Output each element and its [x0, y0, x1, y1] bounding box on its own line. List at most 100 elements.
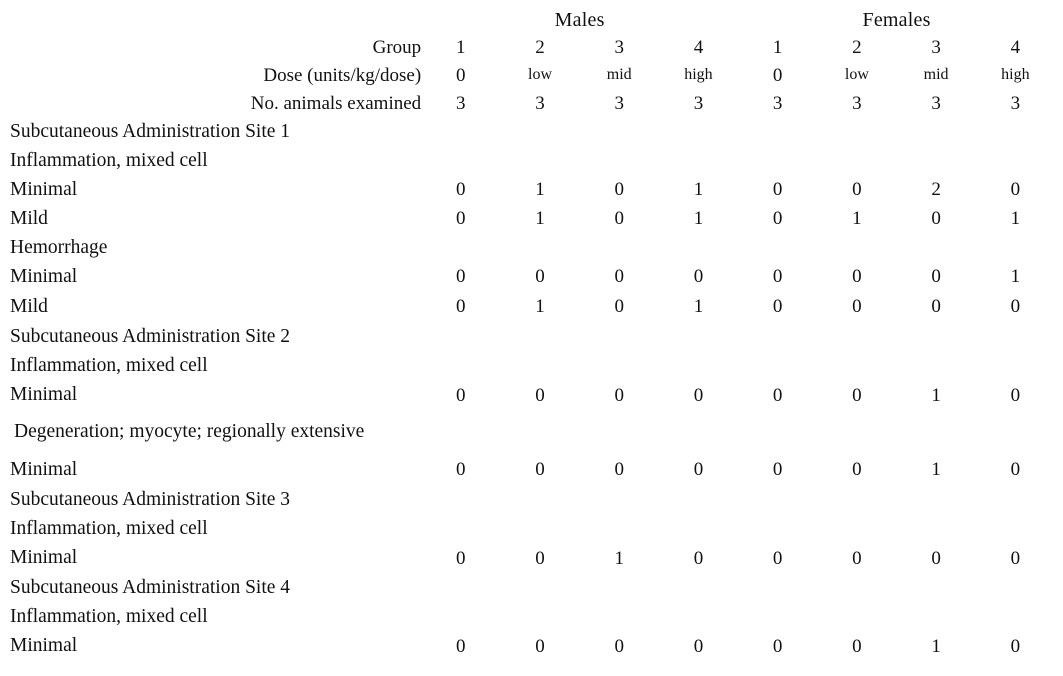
animals-female-1: 3 — [772, 92, 783, 114]
cell-f1: 0 — [772, 296, 783, 317]
finding-title-row: Degeneration; myocyte; regionally extens… — [10, 410, 1055, 454]
cell-f2: 0 — [852, 547, 862, 569]
animals-female-3: 3 — [931, 92, 941, 114]
dose-male-1: 0 — [456, 64, 466, 86]
section-title-site-2: Subcutaneous Administration Site 2 — [10, 325, 291, 347]
group-female-1: 1 — [772, 36, 783, 58]
cell-m2: 1 — [535, 296, 545, 317]
table-row: Minimal 0 1 0 1 0 0 2 0 — [10, 175, 1055, 204]
dose-header-row: Dose (units/kg/dose) 0 low mid high 0 lo… — [10, 61, 1055, 89]
histopathology-incidence-table: Males Females Group 1 2 3 4 1 2 3 4 Dose… — [10, 6, 1055, 661]
group-male-1: 1 — [456, 36, 466, 58]
grade-label: Minimal — [10, 635, 78, 657]
cell-f3: 1 — [931, 384, 941, 406]
dose-male-2: low — [528, 66, 552, 83]
grade-label: Minimal — [10, 547, 78, 569]
grade-label: Mild — [10, 207, 48, 229]
cell-f4: 0 — [1010, 179, 1021, 200]
cell-f1: 0 — [772, 179, 783, 200]
group-female-2: 2 — [852, 36, 862, 58]
sex-header-females: Females — [862, 8, 931, 31]
cell-f1: 0 — [772, 208, 783, 229]
cell-f1: 0 — [772, 266, 783, 287]
spacer — [738, 514, 1055, 543]
dose-female-4: high — [1001, 66, 1030, 83]
animals-female-4: 3 — [1010, 92, 1021, 114]
cell-m1: 0 — [456, 547, 466, 569]
spacer — [421, 573, 738, 602]
animals-male-4: 3 — [693, 92, 704, 114]
cell-m4: 1 — [693, 179, 704, 200]
grade-label: Mild — [10, 295, 48, 317]
dose-male-4: high — [684, 66, 713, 83]
table-row: Minimal 0 0 0 0 0 0 0 1 — [10, 262, 1055, 291]
cell-f2: 0 — [852, 296, 862, 317]
animals-header-row: No. animals examined 3 3 3 3 3 3 3 3 — [10, 89, 1055, 117]
grade-label: Minimal — [10, 384, 78, 406]
animals-male-1: 3 — [456, 92, 466, 114]
dose-female-3: mid — [923, 66, 949, 83]
group-header-row: Group 1 2 3 4 1 2 3 4 — [10, 33, 1055, 61]
cell-m3: 0 — [614, 459, 624, 480]
cell-m1: 0 — [456, 459, 466, 480]
cell-f4: 0 — [1010, 384, 1021, 406]
corner-spacer — [10, 6, 421, 33]
cell-m2: 0 — [535, 547, 545, 569]
grade-label: Minimal — [10, 265, 78, 287]
group-female-4: 4 — [1010, 36, 1021, 58]
group-male-2: 2 — [535, 36, 545, 58]
cell-m4: 0 — [693, 635, 704, 657]
spacer — [421, 146, 738, 175]
spacer — [738, 573, 1055, 602]
cell-f4: 0 — [1010, 459, 1021, 480]
cell-m3: 0 — [614, 635, 624, 657]
spacer — [738, 146, 1055, 175]
spacer — [738, 602, 1055, 631]
cell-f3: 0 — [931, 296, 941, 317]
dose-female-2: low — [844, 66, 869, 83]
spacer — [421, 514, 738, 543]
finding-s1-inflammation: Inflammation, mixed cell — [10, 149, 208, 171]
cell-m4: 0 — [693, 384, 704, 406]
finding-s4-inflammation: Inflammation, mixed cell — [10, 605, 208, 627]
cell-m1: 0 — [456, 635, 466, 657]
finding-title-row: Inflammation, mixed cell — [10, 602, 1055, 631]
cell-m3: 1 — [614, 547, 624, 569]
row-header-dose: Dose (units/kg/dose) — [263, 64, 422, 86]
cell-f3: 1 — [931, 459, 941, 480]
table-row: Minimal 0 0 0 0 0 0 1 0 — [10, 454, 1055, 485]
table-sheet: Males Females Group 1 2 3 4 1 2 3 4 Dose… — [0, 0, 1063, 676]
spacer — [738, 322, 1055, 351]
grade-label: Minimal — [10, 178, 78, 200]
cell-f3: 0 — [931, 547, 941, 569]
dose-male-3: mid — [606, 66, 632, 83]
cell-f1: 0 — [772, 384, 783, 406]
cell-m2: 0 — [535, 635, 545, 657]
section-title-row: Subcutaneous Administration Site 2 — [10, 322, 1055, 351]
spacer — [738, 485, 1055, 514]
cell-m3: 0 — [614, 208, 624, 229]
section-title-row: Subcutaneous Administration Site 4 — [10, 573, 1055, 602]
cell-f4: 0 — [1010, 635, 1021, 657]
animals-female-2: 3 — [852, 92, 862, 114]
section-title-site-4: Subcutaneous Administration Site 4 — [10, 576, 291, 598]
cell-f1: 0 — [772, 547, 783, 569]
cell-m1: 0 — [456, 296, 466, 317]
cell-f2: 0 — [852, 384, 862, 406]
cell-m3: 0 — [614, 266, 624, 287]
cell-f1: 0 — [772, 635, 783, 657]
sex-header-males: Males — [554, 8, 605, 31]
group-male-3: 3 — [614, 36, 624, 58]
cell-f2: 0 — [852, 635, 862, 657]
spacer — [421, 410, 738, 454]
section-title-row: Subcutaneous Administration Site 1 — [10, 117, 1055, 146]
cell-f4: 1 — [1010, 266, 1021, 287]
grade-label: Minimal — [10, 458, 78, 480]
section-title-site-3: Subcutaneous Administration Site 3 — [10, 488, 291, 510]
cell-f3: 2 — [931, 179, 941, 200]
cell-m2: 1 — [535, 208, 545, 229]
dose-female-1: 0 — [772, 64, 783, 86]
table-row: Mild 0 1 0 1 0 0 0 0 — [10, 291, 1055, 322]
cell-m3: 0 — [614, 179, 624, 200]
cell-m3: 0 — [614, 296, 624, 317]
